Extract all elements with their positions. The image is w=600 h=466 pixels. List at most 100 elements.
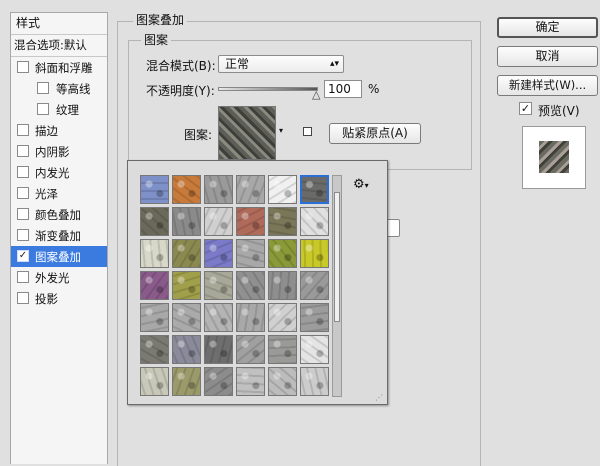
pattern-swatch[interactable] (140, 335, 169, 364)
pattern-swatch[interactable] (236, 239, 265, 268)
style-item[interactable]: ✓ 图案叠加 (11, 246, 107, 267)
style-item[interactable]: 斜面和浮雕 (11, 57, 107, 78)
pattern-swatch[interactable] (204, 271, 233, 300)
current-pattern-thumbnail[interactable] (218, 106, 276, 160)
style-item-label: 渐变叠加 (35, 229, 81, 243)
preview-thumbnail (522, 126, 586, 189)
blend-mode-select[interactable]: 正常 ▴▾ (218, 55, 344, 73)
pattern-swatch[interactable] (300, 303, 329, 332)
pattern-swatch[interactable] (268, 335, 297, 364)
pattern-swatch[interactable] (300, 239, 329, 268)
pattern-swatch[interactable] (140, 367, 169, 396)
style-item[interactable]: 描边 (11, 120, 107, 141)
pattern-swatch[interactable] (204, 207, 233, 236)
up-down-arrows-icon: ▴▾ (329, 59, 339, 69)
style-item[interactable]: 内发光 (11, 162, 107, 183)
style-item-checkbox[interactable] (17, 292, 29, 304)
pattern-swatch[interactable] (140, 303, 169, 332)
picker-scrollbar[interactable] (332, 175, 342, 397)
style-item[interactable]: 光泽 (11, 183, 107, 204)
opacity-slider[interactable] (218, 87, 318, 91)
hidden-control-edge (386, 219, 400, 237)
pattern-swatch[interactable] (140, 271, 169, 300)
style-item[interactable]: 投影 (11, 288, 107, 309)
pattern-swatch[interactable] (172, 271, 201, 300)
ok-button[interactable]: 确定 (497, 17, 598, 38)
opacity-input[interactable]: 100 (324, 80, 362, 98)
style-item-label: 投影 (35, 292, 58, 306)
pattern-swatch[interactable] (204, 175, 233, 204)
pattern-label: 图案: (184, 128, 213, 142)
pattern-swatch[interactable] (268, 175, 297, 204)
pattern-swatch[interactable] (268, 303, 297, 332)
style-item-label: 斜面和浮雕 (35, 61, 93, 75)
blend-mode-value: 正常 (225, 57, 250, 71)
blending-options-item[interactable]: 混合选项:默认 (11, 35, 107, 57)
pattern-swatch[interactable] (236, 175, 265, 204)
styles-header[interactable]: 样式 (11, 13, 107, 35)
pattern-swatch[interactable] (300, 335, 329, 364)
preview-checkbox[interactable]: ✓ (519, 102, 532, 115)
picker-scroll-thumb[interactable] (334, 192, 340, 322)
pattern-swatch[interactable] (172, 207, 201, 236)
style-item[interactable]: 渐变叠加 (11, 225, 107, 246)
style-item-checkbox[interactable] (17, 145, 29, 157)
style-item[interactable]: 颜色叠加 (11, 204, 107, 225)
pattern-swatch[interactable] (236, 303, 265, 332)
style-item-checkbox[interactable]: ✓ (17, 250, 29, 262)
style-item-checkbox[interactable] (37, 103, 49, 115)
style-item-checkbox[interactable] (17, 124, 29, 136)
pattern-swatch[interactable] (204, 303, 233, 332)
pattern-dropdown-arrow-icon[interactable]: ▾ (279, 126, 283, 135)
pattern-swatch[interactable] (204, 367, 233, 396)
pattern-swatch[interactable] (300, 271, 329, 300)
style-item-checkbox[interactable] (17, 229, 29, 241)
style-item-checkbox[interactable] (17, 208, 29, 220)
style-item-label: 内发光 (35, 166, 70, 180)
pattern-swatch[interactable] (172, 175, 201, 204)
style-item[interactable]: 外发光 (11, 267, 107, 288)
pattern-swatch[interactable] (300, 175, 329, 204)
preview-label: 预览(V) (538, 104, 580, 118)
pattern-swatch[interactable] (268, 271, 297, 300)
pattern-swatch[interactable] (236, 271, 265, 300)
section-title: 图案叠加 (133, 13, 188, 27)
new-style-button[interactable]: 新建样式(W)... (497, 75, 598, 96)
cancel-button[interactable]: 取消 (497, 46, 598, 67)
style-item[interactable]: 等高线 (11, 78, 107, 99)
pattern-swatch[interactable] (300, 367, 329, 396)
style-item-checkbox[interactable] (37, 82, 49, 94)
pattern-picker-popup: ⚙▾ ⋰ (127, 160, 388, 405)
pattern-swatch[interactable] (236, 207, 265, 236)
style-item[interactable]: 纹理 (11, 99, 107, 120)
pattern-swatch[interactable] (172, 239, 201, 268)
style-item-label: 外发光 (35, 271, 70, 285)
pattern-swatch[interactable] (140, 239, 169, 268)
style-item-label: 图案叠加 (35, 250, 81, 264)
pattern-swatch[interactable] (268, 367, 297, 396)
pattern-swatch[interactable] (204, 335, 233, 364)
new-preset-icon[interactable] (303, 127, 312, 136)
pattern-swatch[interactable] (140, 207, 169, 236)
style-item-label: 描边 (35, 124, 58, 138)
gear-icon[interactable]: ⚙▾ (353, 177, 369, 192)
pattern-swatch[interactable] (172, 367, 201, 396)
pattern-swatch[interactable] (140, 175, 169, 204)
style-item-checkbox[interactable] (17, 271, 29, 283)
style-item-checkbox[interactable] (17, 187, 29, 199)
pattern-swatch[interactable] (268, 207, 297, 236)
pattern-swatch[interactable] (236, 335, 265, 364)
opacity-slider-thumb[interactable]: △ (312, 88, 320, 101)
resize-grip-icon[interactable]: ⋰ (375, 393, 383, 402)
style-item[interactable]: 内阴影 (11, 141, 107, 162)
pattern-swatch[interactable] (268, 239, 297, 268)
pattern-swatch[interactable] (236, 367, 265, 396)
pattern-swatch[interactable] (172, 303, 201, 332)
pattern-swatch[interactable] (300, 207, 329, 236)
style-item-checkbox[interactable] (17, 61, 29, 73)
pattern-swatch[interactable] (204, 239, 233, 268)
pattern-swatch-grid (140, 175, 332, 397)
pattern-swatch[interactable] (172, 335, 201, 364)
style-item-checkbox[interactable] (17, 166, 29, 178)
snap-origin-button[interactable]: 贴紧原点(A) (329, 123, 421, 144)
